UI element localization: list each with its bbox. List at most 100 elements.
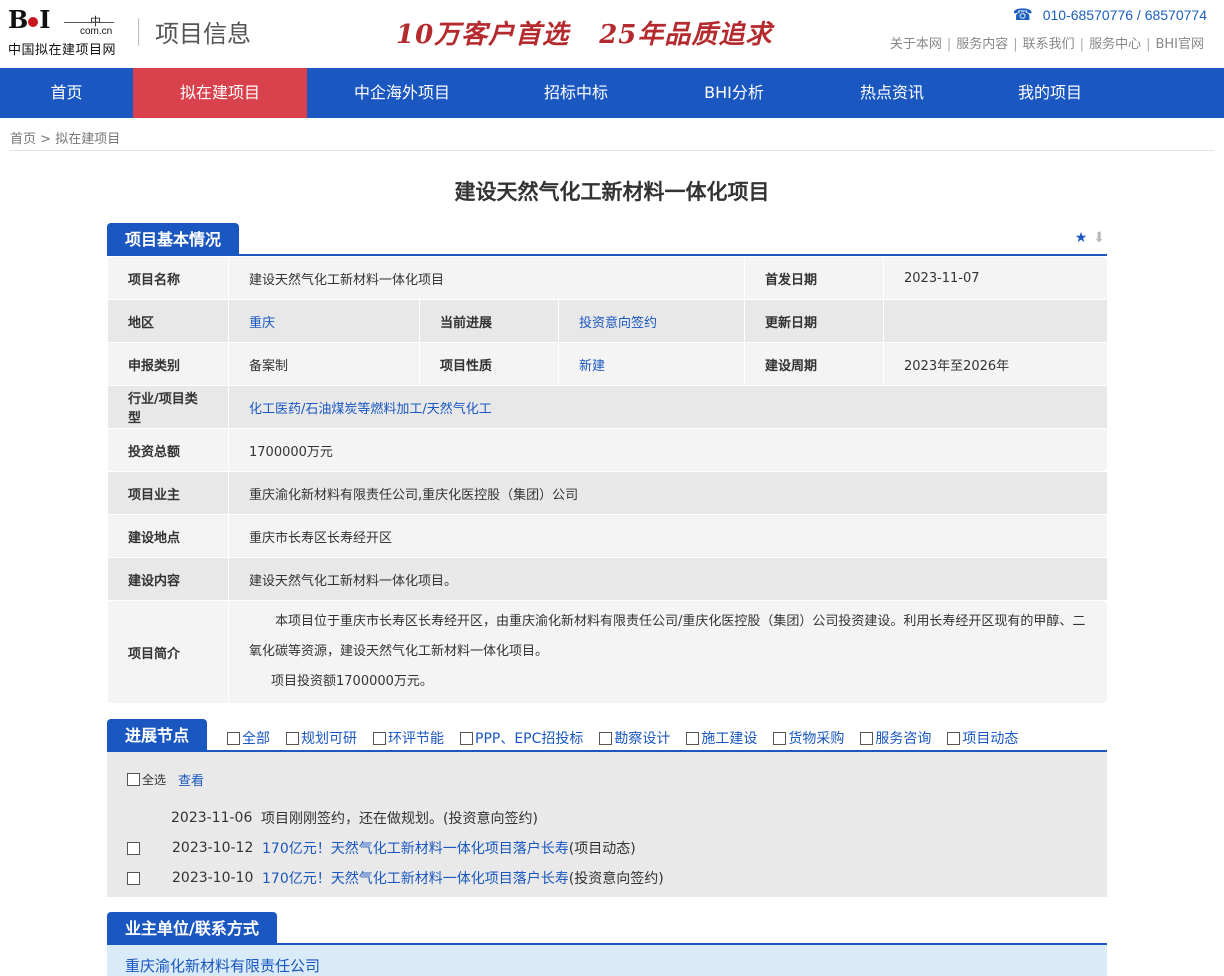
filter-ppp-epc[interactable]: PPP、EPC招投标 bbox=[460, 728, 583, 748]
top-link-separator: | bbox=[1013, 37, 1018, 52]
checkbox[interactable] bbox=[773, 731, 787, 745]
content-value: 建设天然气化工新材料一体化项目。 bbox=[228, 557, 1108, 601]
table-row: 建设地点 重庆市长寿区长寿经开区 bbox=[107, 514, 1108, 558]
logo-wordmark: BI bbox=[8, 5, 51, 34]
list-item: 2023-10-12 170亿元！天然气化工新材料一体化项目落户长寿 (项目动态… bbox=[127, 838, 636, 858]
checkbox[interactable] bbox=[686, 731, 700, 745]
top-link-about[interactable]: 关于本网 bbox=[890, 37, 942, 52]
basic-info-section: 项目基本情况 ★ ⬇ 项目名称 建设天然气化工新材料一体化项目 首发日期 2023… bbox=[107, 223, 1108, 704]
owner-contact-section: 业主单位/联系方式 重庆渝化新材料有限责任公司 bbox=[107, 912, 1107, 976]
top-link-bhi-official[interactable]: BHI官网 bbox=[1155, 37, 1204, 52]
filter-label: 施工建设 bbox=[701, 731, 758, 747]
breadcrumb-home[interactable]: 首页 bbox=[10, 132, 36, 147]
section-name: 项目信息 bbox=[155, 20, 251, 48]
table-row: 申报类别 备案制 项目性质 新建 建设周期 2023年至2026年 bbox=[107, 342, 1108, 386]
filter-label: 环评节能 bbox=[388, 731, 444, 747]
stage-label: 当前进展 bbox=[419, 299, 559, 343]
project-name-label: 项目名称 bbox=[107, 256, 229, 300]
page-title: 建设天然气化工新材料一体化项目 bbox=[454, 180, 770, 204]
checkbox[interactable] bbox=[460, 731, 473, 745]
filter-feasibility[interactable]: 规划可研 bbox=[286, 728, 357, 748]
filter-all[interactable]: 全部 bbox=[227, 728, 270, 748]
filter-label: 项目动态 bbox=[962, 731, 1019, 747]
filter-label: 全部 bbox=[242, 731, 270, 747]
breadcrumb: 首页 > 拟在建项目 bbox=[10, 118, 1214, 151]
table-row: 建设内容 建设天然气化工新材料一体化项目。 bbox=[107, 557, 1108, 601]
phone-number: 010-68570776 / 68570774 bbox=[1042, 7, 1207, 23]
checkbox[interactable] bbox=[860, 731, 874, 745]
filter-consulting[interactable]: 服务咨询 bbox=[860, 728, 931, 748]
nav-planned-projects[interactable]: 拟在建项目 bbox=[133, 68, 307, 118]
item-checkbox[interactable] bbox=[127, 871, 140, 885]
update-date-value bbox=[883, 299, 1108, 343]
logo-domain: com.cn bbox=[80, 26, 113, 37]
item-checkbox[interactable] bbox=[127, 841, 140, 855]
filter-construction[interactable]: 施工建设 bbox=[686, 728, 757, 748]
progress-tab: 进展节点 bbox=[107, 719, 208, 752]
filter-label: 规划可研 bbox=[301, 731, 357, 747]
progress-filters: 全部 规划可研 环评节能 PPP、EPC招投标 勘察设计 施工建设 货物采购 服… bbox=[227, 728, 1018, 748]
industry-link[interactable]: 化工医药/石油煤炭等燃料加工/天然气化工 bbox=[228, 385, 1108, 429]
logo-line bbox=[64, 22, 114, 23]
phone-icon: ☎ bbox=[1012, 7, 1033, 24]
filter-procurement[interactable]: 货物采购 bbox=[773, 728, 844, 748]
checkbox[interactable] bbox=[947, 731, 961, 745]
owner-company[interactable]: 重庆渝化新材料有限责任公司 bbox=[107, 945, 1107, 976]
checkbox[interactable] bbox=[227, 731, 240, 745]
item-date: 2023-10-12 bbox=[172, 840, 254, 856]
select-all-label: 全选 bbox=[142, 773, 167, 787]
top-link-service-center[interactable]: 服务中心 bbox=[1089, 37, 1141, 52]
industry-label: 行业/项目类型 bbox=[107, 385, 229, 429]
project-name-value: 建设天然气化工新材料一体化项目 bbox=[228, 256, 745, 300]
breadcrumb-current[interactable]: 拟在建项目 bbox=[55, 132, 120, 147]
download-icon[interactable]: ⬇ bbox=[1093, 230, 1105, 246]
site-logo[interactable]: BI 中 com.cn 中国拟在建项目网 bbox=[8, 5, 126, 59]
filter-project-news[interactable]: 项目动态 bbox=[947, 728, 1018, 748]
top-link-separator: | bbox=[1079, 37, 1085, 52]
table-row: 地区 重庆 当前进展 投资意向签约 更新日期 bbox=[107, 299, 1108, 343]
nav-bhi-analysis[interactable]: BHI分析 bbox=[655, 68, 813, 118]
table-row: 行业/项目类型 化工医药/石油煤炭等燃料加工/天然气化工 bbox=[107, 385, 1108, 429]
checkbox[interactable] bbox=[373, 731, 386, 745]
nav-hot-news[interactable]: 热点资讯 bbox=[813, 68, 971, 118]
table-row: 项目业主 重庆渝化新材料有限责任公司,重庆化医控股（集团）公司 bbox=[107, 471, 1108, 515]
logo-subtitle: 中国拟在建项目网 bbox=[8, 43, 117, 58]
phone-contact: ☎ 010-68570776 / 68570774 bbox=[1013, 5, 1207, 25]
nav-bidding[interactable]: 招标中标 bbox=[497, 68, 655, 118]
region-link[interactable]: 重庆 bbox=[228, 299, 420, 343]
nature-link[interactable]: 新建 bbox=[558, 342, 745, 386]
top-link-contact[interactable]: 联系我们 bbox=[1023, 37, 1075, 52]
toolbar: ★ ⬇ bbox=[1069, 230, 1105, 246]
basic-info-table: 项目名称 建设天然气化工新材料一体化项目 首发日期 2023-11-07 地区 … bbox=[107, 256, 1108, 704]
location-label: 建设地点 bbox=[107, 514, 229, 558]
table-row: 项目简介 本项目位于重庆市长寿区长寿经开区，由重庆渝化新材料有限责任公司/重庆化… bbox=[107, 600, 1108, 704]
checkbox[interactable] bbox=[599, 731, 613, 745]
nav-home[interactable]: 首页 bbox=[0, 68, 133, 118]
filter-environmental[interactable]: 环评节能 bbox=[373, 728, 444, 748]
breadcrumb-separator: > bbox=[40, 132, 52, 147]
owner-value: 重庆渝化新材料有限责任公司,重庆化医控股（集团）公司 bbox=[228, 471, 1108, 515]
owner-contact-tab: 业主单位/联系方式 bbox=[107, 912, 277, 945]
view-button[interactable]: 查看 bbox=[178, 770, 204, 789]
stage-link[interactable]: 投资意向签约 bbox=[558, 299, 745, 343]
top-link-services[interactable]: 服务内容 bbox=[956, 37, 1008, 52]
select-all-checkbox[interactable] bbox=[127, 773, 140, 786]
main-nav: 首页 拟在建项目 中企海外项目 招标中标 BHI分析 热点资讯 我的项目 bbox=[0, 68, 1224, 118]
filter-label: PPP、EPC招投标 bbox=[475, 731, 584, 747]
item-link[interactable]: 170亿元！天然气化工新材料一体化项目落户长寿 bbox=[262, 868, 569, 888]
period-label: 建设周期 bbox=[744, 342, 884, 386]
slogan-left: 10万客户首选 bbox=[396, 20, 570, 50]
filter-design[interactable]: 勘察设计 bbox=[599, 728, 670, 748]
table-row: 投资总额 1700000万元 bbox=[107, 428, 1108, 472]
item-link[interactable]: 170亿元！天然气化工新材料一体化项目落户长寿 bbox=[262, 838, 569, 858]
first-date-label: 首发日期 bbox=[744, 256, 884, 300]
investment-label: 投资总额 bbox=[107, 428, 229, 472]
nav-my-projects[interactable]: 我的项目 bbox=[971, 68, 1129, 118]
intro-value: 本项目位于重庆市长寿区长寿经开区，由重庆渝化新材料有限责任公司/重庆化医控股（集… bbox=[228, 600, 1108, 704]
update-date-label: 更新日期 bbox=[744, 299, 884, 343]
checkbox[interactable] bbox=[286, 731, 299, 745]
favorite-star-icon[interactable]: ★ bbox=[1075, 230, 1088, 246]
filter-label: 服务咨询 bbox=[875, 731, 932, 747]
nav-overseas-projects[interactable]: 中企海外项目 bbox=[307, 68, 497, 118]
category-value: 备案制 bbox=[228, 342, 420, 386]
